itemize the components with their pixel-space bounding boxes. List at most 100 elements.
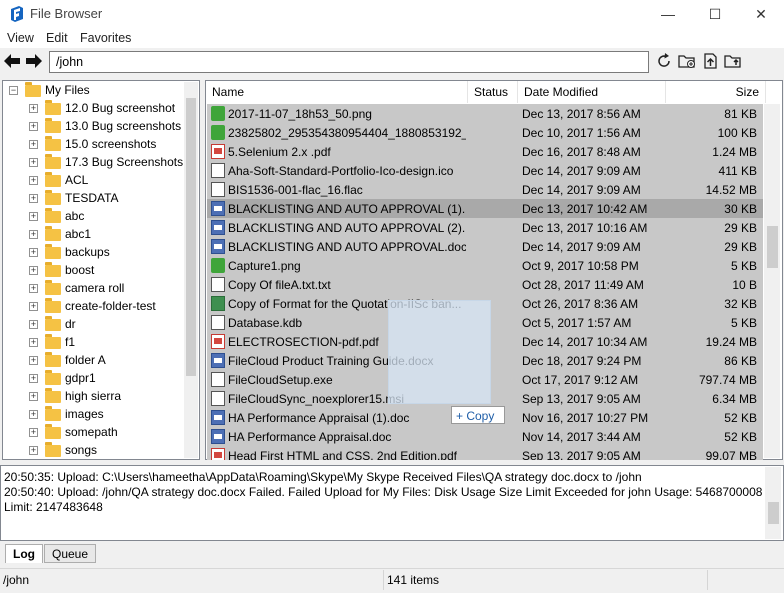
file-date: Oct 9, 2017 10:58 PM (522, 259, 639, 273)
tree-item[interactable]: +17.3 Bug Screenshots (3, 153, 183, 171)
file-row[interactable]: Head First HTML and CSS. 2nd Edition.pdf… (207, 446, 763, 460)
expand-icon[interactable]: + (29, 302, 38, 311)
file-row[interactable]: Capture1.png Oct 9, 2017 10:58 PM 5 KB (207, 256, 763, 275)
tree-item-label: backups (65, 245, 110, 259)
file-size: 32 KB (724, 297, 757, 311)
expand-icon[interactable]: + (29, 284, 38, 293)
expand-icon[interactable]: + (29, 392, 38, 401)
column-header-date[interactable]: Date Modified (518, 81, 666, 103)
maximize-button[interactable]: ☐ (692, 0, 738, 28)
file-list-scrollbar-thumb[interactable] (767, 226, 778, 268)
expand-icon[interactable]: + (29, 320, 38, 329)
tree-item[interactable]: +12.0 Bug screenshot (3, 99, 183, 117)
tree-item[interactable]: + ACL (3, 171, 183, 189)
tree-item[interactable]: + abc1 (3, 225, 183, 243)
file-row[interactable]: 5.Selenium 2.x .pdf Dec 16, 2017 8:48 AM 1… (207, 142, 763, 161)
tree-item-label: 17.3 Bug Screenshots (65, 155, 184, 169)
tree-item[interactable]: + backups (3, 243, 183, 261)
file-row[interactable]: Copy Of fileA.txt.txt Oct 28, 2017 11:49 … (207, 275, 763, 294)
expand-icon[interactable]: + (29, 158, 38, 167)
expand-icon[interactable]: + (29, 104, 38, 113)
column-header-name[interactable]: Name (206, 81, 468, 103)
tree-item[interactable]: + TESDATA (3, 189, 183, 207)
file-size: 10 B (732, 278, 757, 292)
log-line: 20:50:35: Upload: C:\Users\hameetha\AppD… (4, 470, 642, 484)
file-size: 1.24 MB (712, 145, 757, 159)
tree-item[interactable]: + dr (3, 315, 183, 333)
tab-queue[interactable]: Queue (44, 544, 97, 563)
tree-item[interactable]: + images (3, 405, 183, 423)
tree-item-label: high sierra (65, 389, 122, 403)
minimize-button[interactable]: — (645, 0, 691, 28)
column-header-size[interactable]: Size (666, 81, 766, 103)
menu-view[interactable]: View (7, 31, 34, 45)
file-size: 797.74 MB (698, 373, 757, 387)
menu-favorites[interactable]: Favorites (80, 31, 131, 45)
tree-root-my-files[interactable]: − My Files (3, 81, 183, 99)
file-row[interactable]: BLACKLISTING AND AUTO APPROVAL.docx Dec 1… (207, 237, 763, 256)
file-date: Dec 10, 2017 1:56 AM (522, 126, 641, 140)
file-size: 100 KB (717, 126, 757, 140)
collapse-icon[interactable]: − (9, 86, 18, 95)
expand-icon[interactable]: + (29, 266, 38, 275)
back-arrow-icon[interactable] (4, 54, 20, 68)
folder-icon (45, 136, 61, 151)
tree-item[interactable]: + f1 (3, 333, 183, 351)
expand-icon[interactable]: + (29, 230, 38, 239)
expand-icon[interactable]: + (29, 374, 38, 383)
refresh-icon[interactable] (655, 52, 673, 70)
tree-item[interactable]: + gdpr1 (3, 369, 183, 387)
file-row[interactable]: 23825802_295354380954404_1880853192_o...… (207, 123, 763, 142)
menu-edit[interactable]: Edit (46, 31, 68, 45)
file-row[interactable]: BLACKLISTING AND AUTO APPROVAL (1).... De… (207, 199, 763, 218)
column-header-status[interactable]: Status (468, 81, 518, 103)
tree-item[interactable]: + songs (3, 441, 183, 459)
upload-icon[interactable] (701, 52, 719, 70)
file-name: 2017-11-07_18h53_50.png (228, 107, 372, 121)
file-list-scrollbar[interactable] (764, 104, 780, 458)
path-input[interactable] (49, 51, 649, 73)
tree-item[interactable]: + folder A (3, 351, 183, 369)
file-row[interactable]: HA Performance Appraisal.doc Nov 14, 2017… (207, 427, 763, 446)
tree-item-label: boost (65, 263, 95, 277)
tree-item[interactable]: + somepath (3, 423, 183, 441)
tree-item[interactable]: + camera roll (3, 279, 183, 297)
expand-icon[interactable]: + (29, 356, 38, 365)
folder-tree[interactable]: − My Files +12.0 Bug screenshot +13.0 Bug… (2, 80, 200, 460)
file-row[interactable]: BLACKLISTING AND AUTO APPROVAL (2).... De… (207, 218, 763, 237)
file-name: BIS1536-001-flac_16.flac (228, 183, 363, 197)
new-folder-icon[interactable] (678, 52, 696, 70)
file-size: 52 KB (724, 430, 757, 444)
file-name: HA Performance Appraisal (1).doc (228, 411, 410, 425)
tree-item[interactable]: + create-folder-test (3, 297, 183, 315)
expand-icon[interactable]: + (29, 248, 38, 257)
expand-icon[interactable]: + (29, 212, 38, 221)
expand-icon[interactable]: + (29, 410, 38, 419)
file-date: Dec 13, 2017 8:56 AM (522, 107, 641, 121)
expand-icon[interactable]: + (29, 176, 38, 185)
expand-icon[interactable]: + (29, 140, 38, 149)
log-scrollbar-thumb[interactable] (768, 502, 779, 524)
tree-item[interactable]: + high sierra (3, 387, 183, 405)
expand-icon[interactable]: + (29, 338, 38, 347)
tree-item[interactable]: +15.0 screenshots (3, 135, 183, 153)
tree-scrollbar-thumb[interactable] (186, 98, 196, 376)
expand-icon[interactable]: + (29, 446, 38, 455)
tree-item[interactable]: + boost (3, 261, 183, 279)
expand-icon[interactable]: + (29, 194, 38, 203)
generic-file-icon (211, 391, 225, 406)
file-row[interactable]: 2017-11-07_18h53_50.png Dec 13, 2017 8:56… (207, 104, 763, 123)
status-divider (383, 570, 384, 590)
file-name: Head First HTML and CSS. 2nd Edition.pdf (228, 449, 457, 460)
file-row[interactable]: BIS1536-001-flac_16.flac Dec 14, 2017 9:0… (207, 180, 763, 199)
tree-item[interactable]: + abc (3, 207, 183, 225)
tab-log[interactable]: Log (5, 544, 43, 563)
tree-item[interactable]: +13.0 Bug screenshots (3, 117, 183, 135)
expand-icon[interactable]: + (29, 122, 38, 131)
close-button[interactable]: ✕ (738, 0, 784, 28)
file-size: 19.24 MB (705, 335, 757, 349)
forward-arrow-icon[interactable] (26, 54, 42, 68)
upload-folder-icon[interactable] (724, 52, 742, 70)
expand-icon[interactable]: + (29, 428, 38, 437)
file-row[interactable]: Aha-Soft-Standard-Portfolio-Ico-design.i… (207, 161, 763, 180)
